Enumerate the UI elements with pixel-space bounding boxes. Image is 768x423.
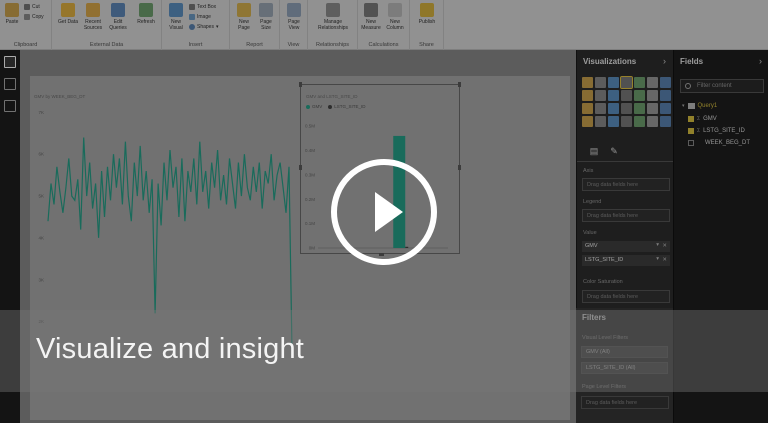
powerbi-window: Paste Cut Copy Clipboard Get Data Recent… [0, 0, 768, 423]
play-button[interactable] [331, 159, 437, 265]
play-icon [375, 192, 403, 232]
video-caption: Visualize and insight [36, 333, 305, 365]
